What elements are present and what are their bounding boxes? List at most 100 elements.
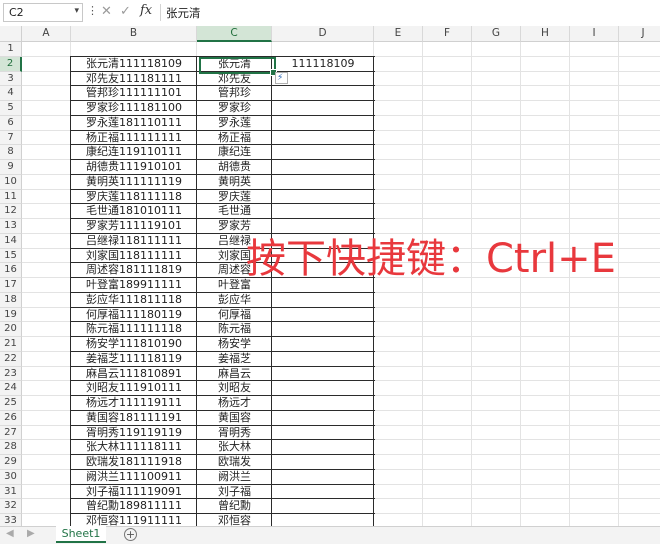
cell-c[interactable]: 毛世通 xyxy=(197,204,272,219)
cell-b[interactable]: 张元清111118109 xyxy=(71,57,197,72)
row-header-3[interactable]: 3 xyxy=(0,71,22,87)
cell-c[interactable]: 彭应华 xyxy=(197,293,272,308)
row-header-19[interactable]: 19 xyxy=(0,307,22,323)
cell-c[interactable]: 麻昌云 xyxy=(197,367,272,382)
row-header-25[interactable]: 25 xyxy=(0,396,22,411)
cell-b[interactable]: 杨安学111810190 xyxy=(71,337,197,352)
scroll-tabs-right-icon[interactable]: ▶ xyxy=(27,528,35,539)
cell-c[interactable]: 曾纪勳 xyxy=(197,499,272,514)
row-header-20[interactable]: 20 xyxy=(0,322,22,337)
row-header-10[interactable]: 10 xyxy=(0,174,22,190)
cell-b[interactable]: 吕继禄118111111 xyxy=(71,234,197,249)
flash-fill-options-button[interactable]: ⚡ xyxy=(275,72,288,84)
cell-c[interactable]: 杨正福 xyxy=(197,131,272,146)
row-header-27[interactable]: 27 xyxy=(0,425,22,441)
sheet-tab-sheet1[interactable]: Sheet1 xyxy=(56,526,106,543)
row-header-26[interactable]: 26 xyxy=(0,410,22,426)
column-header-i[interactable]: I xyxy=(570,26,619,42)
cell-b[interactable]: 康纪连119110111 xyxy=(71,145,197,160)
column-header-j[interactable]: J xyxy=(619,26,660,42)
select-all-corner[interactable] xyxy=(0,26,22,42)
cell-c[interactable]: 刘子福 xyxy=(197,485,272,500)
column-header-e[interactable]: E xyxy=(374,26,423,42)
row-header-12[interactable]: 12 xyxy=(0,204,22,219)
column-header-f[interactable]: F xyxy=(423,26,472,42)
cell-c[interactable]: 邓恒容 xyxy=(197,514,272,526)
cell-c[interactable]: 杨安学 xyxy=(197,337,272,352)
cell-b[interactable]: 彭应华111811118 xyxy=(71,293,197,308)
row-header-13[interactable]: 13 xyxy=(0,219,22,234)
row-header-32[interactable]: 32 xyxy=(0,499,22,514)
column-header-g[interactable]: G xyxy=(472,26,521,42)
cell-c[interactable]: 刘昭友 xyxy=(197,381,272,396)
cell-b[interactable]: 邓先友111181111 xyxy=(71,72,197,87)
cell-b[interactable]: 罗庆莲118111118 xyxy=(71,190,197,205)
cell-b[interactable]: 杨正福111111111 xyxy=(71,131,197,146)
row-header-14[interactable]: 14 xyxy=(0,233,22,249)
cell-c[interactable]: 张大林 xyxy=(197,440,272,455)
row-header-21[interactable]: 21 xyxy=(0,337,22,352)
scroll-tabs-left-icon[interactable]: ◀ xyxy=(6,528,14,539)
cell-c[interactable]: 罗庆莲 xyxy=(197,190,272,205)
enter-check-icon[interactable]: ✓ xyxy=(120,4,131,19)
cell-b[interactable]: 管邦珍111111101 xyxy=(71,86,197,101)
cell-b[interactable]: 黄国容181111191 xyxy=(71,411,197,426)
column-header-c[interactable]: C xyxy=(197,26,272,42)
cell-c[interactable]: 胥明秀 xyxy=(197,426,272,441)
cell-b[interactable]: 张大林111118111 xyxy=(71,440,197,455)
cell-b[interactable]: 欧瑞发181111918 xyxy=(71,455,197,470)
row-header-16[interactable]: 16 xyxy=(0,263,22,278)
cell-c[interactable]: 管邦珍 xyxy=(197,86,272,101)
cell-b[interactable]: 毛世通181010111 xyxy=(71,204,197,219)
cell-b[interactable]: 罗家芳111119101 xyxy=(71,219,197,234)
cell-c[interactable]: 陈元福 xyxy=(197,322,272,337)
formula-input[interactable]: 张元清 xyxy=(166,5,201,21)
row-header-29[interactable]: 29 xyxy=(0,455,22,470)
cell-b[interactable]: 刘子福111119091 xyxy=(71,485,197,500)
row-header-22[interactable]: 22 xyxy=(0,351,22,367)
cell-b[interactable]: 阙洪兰111100911 xyxy=(71,470,197,485)
column-header-a[interactable]: A xyxy=(22,26,71,42)
row-header-7[interactable]: 7 xyxy=(0,130,22,146)
cell-b[interactable]: 叶登富189911111 xyxy=(71,278,197,293)
cell-b[interactable]: 杨远才111119111 xyxy=(71,396,197,411)
row-header-28[interactable]: 28 xyxy=(0,440,22,455)
row-header-15[interactable]: 15 xyxy=(0,248,22,264)
cell-b[interactable]: 姜福芝111118119 xyxy=(71,352,197,367)
chevron-down-icon[interactable]: ▾ xyxy=(74,6,79,16)
row-header-2[interactable]: 2 xyxy=(0,56,22,72)
cell-c[interactable]: 欧瑞发 xyxy=(197,455,272,470)
cell-c[interactable]: 罗永莲 xyxy=(197,116,272,131)
spreadsheet-grid[interactable]: A B C D E F G H I J 1 2 3 4 5 6 7 8 9 10 11 12 13 14 15 16 17 18 19 2… xyxy=(0,26,660,526)
cell-b[interactable]: 刘昭友111910111 xyxy=(71,381,197,396)
cell-b[interactable]: 麻昌云111810891 xyxy=(71,367,197,382)
cell-b[interactable]: 罗家珍111181100 xyxy=(71,101,197,116)
cell-b[interactable]: 何厚福111180119 xyxy=(71,308,197,323)
cell-d[interactable]: 111118109 xyxy=(272,57,374,72)
row-header-23[interactable]: 23 xyxy=(0,366,22,382)
row-header-9[interactable]: 9 xyxy=(0,160,22,175)
cell-c[interactable]: 杨远才 xyxy=(197,396,272,411)
row-header-24[interactable]: 24 xyxy=(0,381,22,396)
row-header-31[interactable]: 31 xyxy=(0,484,22,500)
more-options-icon[interactable]: ⋮ xyxy=(87,4,98,17)
cell-b[interactable]: 陈元福111111118 xyxy=(71,322,197,337)
cell-b[interactable]: 周述容181111819 xyxy=(71,263,197,278)
cancel-icon[interactable]: ✕ xyxy=(101,4,112,19)
cell-b[interactable]: 邓恒容111911111 xyxy=(71,514,197,526)
cell-b[interactable]: 胡德贵111910101 xyxy=(71,160,197,175)
cell-c[interactable]: 何厚福 xyxy=(197,308,272,323)
column-header-d[interactable]: D xyxy=(272,26,374,42)
row-header-18[interactable]: 18 xyxy=(0,292,22,308)
cell-c[interactable]: 罗家芳 xyxy=(197,219,272,234)
row-header-30[interactable]: 30 xyxy=(0,469,22,485)
row-header-8[interactable]: 8 xyxy=(0,145,22,160)
row-header-33[interactable]: 33 xyxy=(0,514,22,526)
add-sheet-icon[interactable]: + xyxy=(124,528,137,541)
cell-c[interactable]: 罗家珍 xyxy=(197,101,272,116)
cell-b[interactable]: 黄明英111111119 xyxy=(71,175,197,190)
cell-b[interactable]: 胥明秀119119119 xyxy=(71,426,197,441)
column-header-h[interactable]: H xyxy=(521,26,570,42)
insert-function-icon[interactable]: fx xyxy=(140,3,152,18)
cell-b[interactable]: 刘家国118111111 xyxy=(71,249,197,264)
